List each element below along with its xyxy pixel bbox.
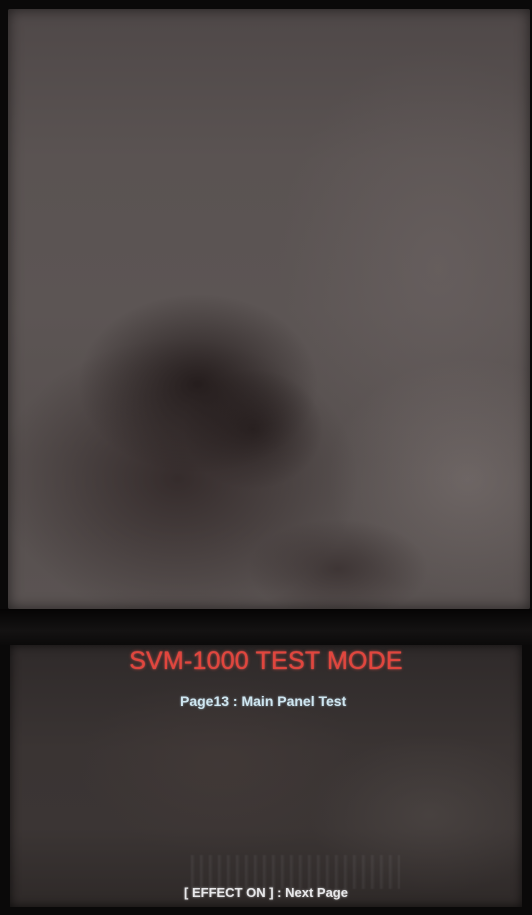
main-display-panel [8, 9, 530, 609]
page-indicator: Page13 : Main Panel Test [180, 693, 347, 709]
panel-divider [0, 609, 532, 645]
next-page-hint: [ EFFECT ON ] : Next Page [184, 885, 348, 900]
test-mode-panel: SVM-1000 TEST MODE Page13 : Main Panel T… [10, 645, 522, 907]
device-screen: SVM-1000 TEST MODE Page13 : Main Panel T… [0, 0, 532, 915]
test-mode-title: SVM-1000 TEST MODE [129, 647, 403, 675]
display-artifact-streaks [190, 855, 400, 889]
